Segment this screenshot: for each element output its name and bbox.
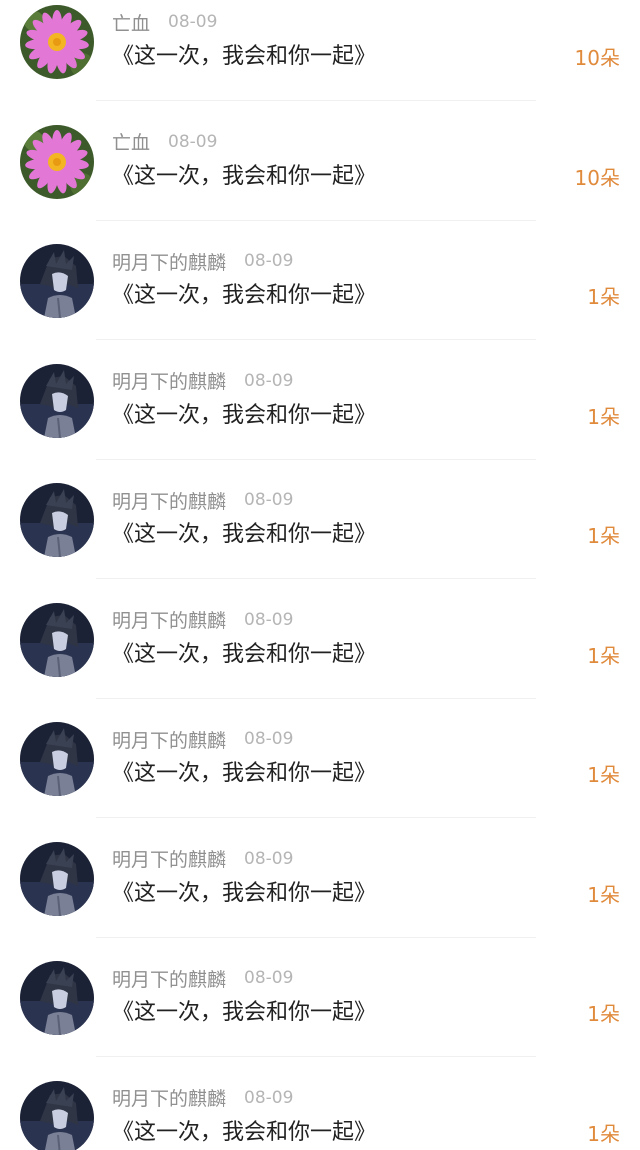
- item-meta: 明月下的麒麟 08-09: [112, 845, 293, 873]
- anime-boy-avatar[interactable]: [20, 244, 94, 318]
- date-label: 08-09: [168, 131, 218, 152]
- flower-count: 1朵: [587, 285, 620, 309]
- item-meta: 明月下的麒麟 08-09: [112, 247, 293, 275]
- work-title[interactable]: 《这一次，我会和你一起》: [112, 875, 376, 907]
- date-label: 08-09: [244, 1087, 294, 1108]
- username[interactable]: 亡血: [112, 128, 150, 155]
- date-label: 08-09: [244, 609, 294, 630]
- pink-daisy-avatar[interactable]: [20, 124, 94, 199]
- work-title[interactable]: 《这一次，我会和你一起》: [112, 397, 376, 429]
- divider: [96, 219, 536, 221]
- item-meta: 明月下的麒麟 08-09: [112, 486, 293, 514]
- item-meta: 亡血 08-09: [112, 128, 217, 156]
- work-title[interactable]: 《这一次，我会和你一起》: [112, 994, 376, 1026]
- divider: [96, 817, 536, 818]
- username[interactable]: 明月下的麒麟: [112, 248, 226, 275]
- item-meta: 明月下的麒麟 08-09: [112, 606, 293, 634]
- pink-daisy-avatar[interactable]: [20, 5, 94, 79]
- anime-boy-avatar[interactable]: [20, 1080, 94, 1150]
- date-label: 08-09: [244, 490, 294, 510]
- list-item[interactable]: 明月下的麒麟 08-09 《这一次，我会和你一起》 1朵: [0, 359, 640, 479]
- anime-boy-avatar[interactable]: [20, 722, 94, 796]
- username[interactable]: 明月下的麒麟: [112, 845, 226, 872]
- gift-record-list: 亡血 08-09 《这一次，我会和你一起》 10朵 亡血 08-09 《这一次，…: [0, 0, 640, 1150]
- date-label: 08-09: [244, 251, 294, 271]
- flower-count: 1朵: [587, 1121, 620, 1146]
- work-title[interactable]: 《这一次，我会和你一起》: [112, 277, 376, 309]
- item-meta: 明月下的麒麟 08-09: [112, 1084, 293, 1112]
- username[interactable]: 明月下的麒麟: [112, 606, 226, 633]
- divider: [96, 697, 536, 699]
- flower-count: 1朵: [587, 882, 620, 907]
- list-item[interactable]: 亡血 08-09 《这一次，我会和你一起》 10朵: [0, 120, 640, 240]
- anime-boy-avatar[interactable]: [20, 841, 94, 916]
- divider: [96, 100, 536, 101]
- username[interactable]: 明月下的麒麟: [112, 965, 226, 992]
- flower-count: 10朵: [574, 165, 620, 190]
- work-title[interactable]: 《这一次，我会和你一起》: [112, 636, 376, 668]
- list-item[interactable]: 明月下的麒麟 08-09 《这一次，我会和你一起》 1朵: [0, 956, 640, 1076]
- date-label: 08-09: [244, 729, 294, 749]
- list-item[interactable]: 明月下的麒麟 08-09 《这一次，我会和你一起》 1朵: [0, 717, 640, 837]
- username[interactable]: 明月下的麒麟: [112, 487, 226, 514]
- anime-boy-avatar[interactable]: [20, 961, 94, 1035]
- work-title[interactable]: 《这一次，我会和你一起》: [112, 158, 376, 190]
- flower-count: 1朵: [587, 404, 620, 429]
- item-meta: 明月下的麒麟 08-09: [112, 367, 293, 395]
- flower-count: 1朵: [587, 524, 620, 548]
- divider: [96, 1056, 536, 1057]
- list-item[interactable]: 亡血 08-09 《这一次，我会和你一起》 10朵: [0, 0, 640, 120]
- flower-count: 10朵: [574, 46, 620, 70]
- username[interactable]: 亡血: [112, 9, 150, 36]
- list-item[interactable]: 明月下的麒麟 08-09 《这一次，我会和你一起》 1朵: [0, 478, 640, 598]
- username[interactable]: 明月下的麒麟: [112, 726, 226, 753]
- anime-boy-avatar[interactable]: [20, 483, 94, 557]
- list-item[interactable]: 明月下的麒麟 08-09 《这一次，我会和你一起》 1朵: [0, 1076, 640, 1150]
- work-title[interactable]: 《这一次，我会和你一起》: [112, 38, 376, 70]
- list-item[interactable]: 明月下的麒麟 08-09 《这一次，我会和你一起》 1朵: [0, 837, 640, 957]
- date-label: 08-09: [244, 848, 294, 869]
- list-item[interactable]: 明月下的麒麟 08-09 《这一次，我会和你一起》 1朵: [0, 239, 640, 359]
- flower-count: 1朵: [587, 643, 620, 668]
- username[interactable]: 明月下的麒麟: [112, 1084, 226, 1111]
- divider: [96, 458, 536, 460]
- date-label: 08-09: [244, 370, 294, 391]
- work-title[interactable]: 《这一次，我会和你一起》: [112, 516, 376, 548]
- username[interactable]: 明月下的麒麟: [112, 367, 226, 394]
- item-meta: 明月下的麒麟 08-09: [112, 725, 293, 753]
- anime-boy-avatar[interactable]: [20, 363, 94, 438]
- work-title[interactable]: 《这一次，我会和你一起》: [112, 1114, 376, 1146]
- divider: [96, 578, 536, 579]
- item-meta: 明月下的麒麟 08-09: [112, 964, 293, 992]
- item-meta: 亡血 08-09: [112, 8, 217, 36]
- work-title[interactable]: 《这一次，我会和你一起》: [112, 755, 376, 787]
- date-label: 08-09: [244, 968, 294, 988]
- date-label: 08-09: [168, 12, 218, 32]
- divider: [96, 339, 536, 340]
- flower-count: 1朵: [587, 763, 620, 787]
- anime-boy-avatar[interactable]: [20, 602, 94, 677]
- divider: [96, 936, 536, 938]
- flower-count: 1朵: [587, 1002, 620, 1026]
- list-item[interactable]: 明月下的麒麟 08-09 《这一次，我会和你一起》 1朵: [0, 598, 640, 718]
